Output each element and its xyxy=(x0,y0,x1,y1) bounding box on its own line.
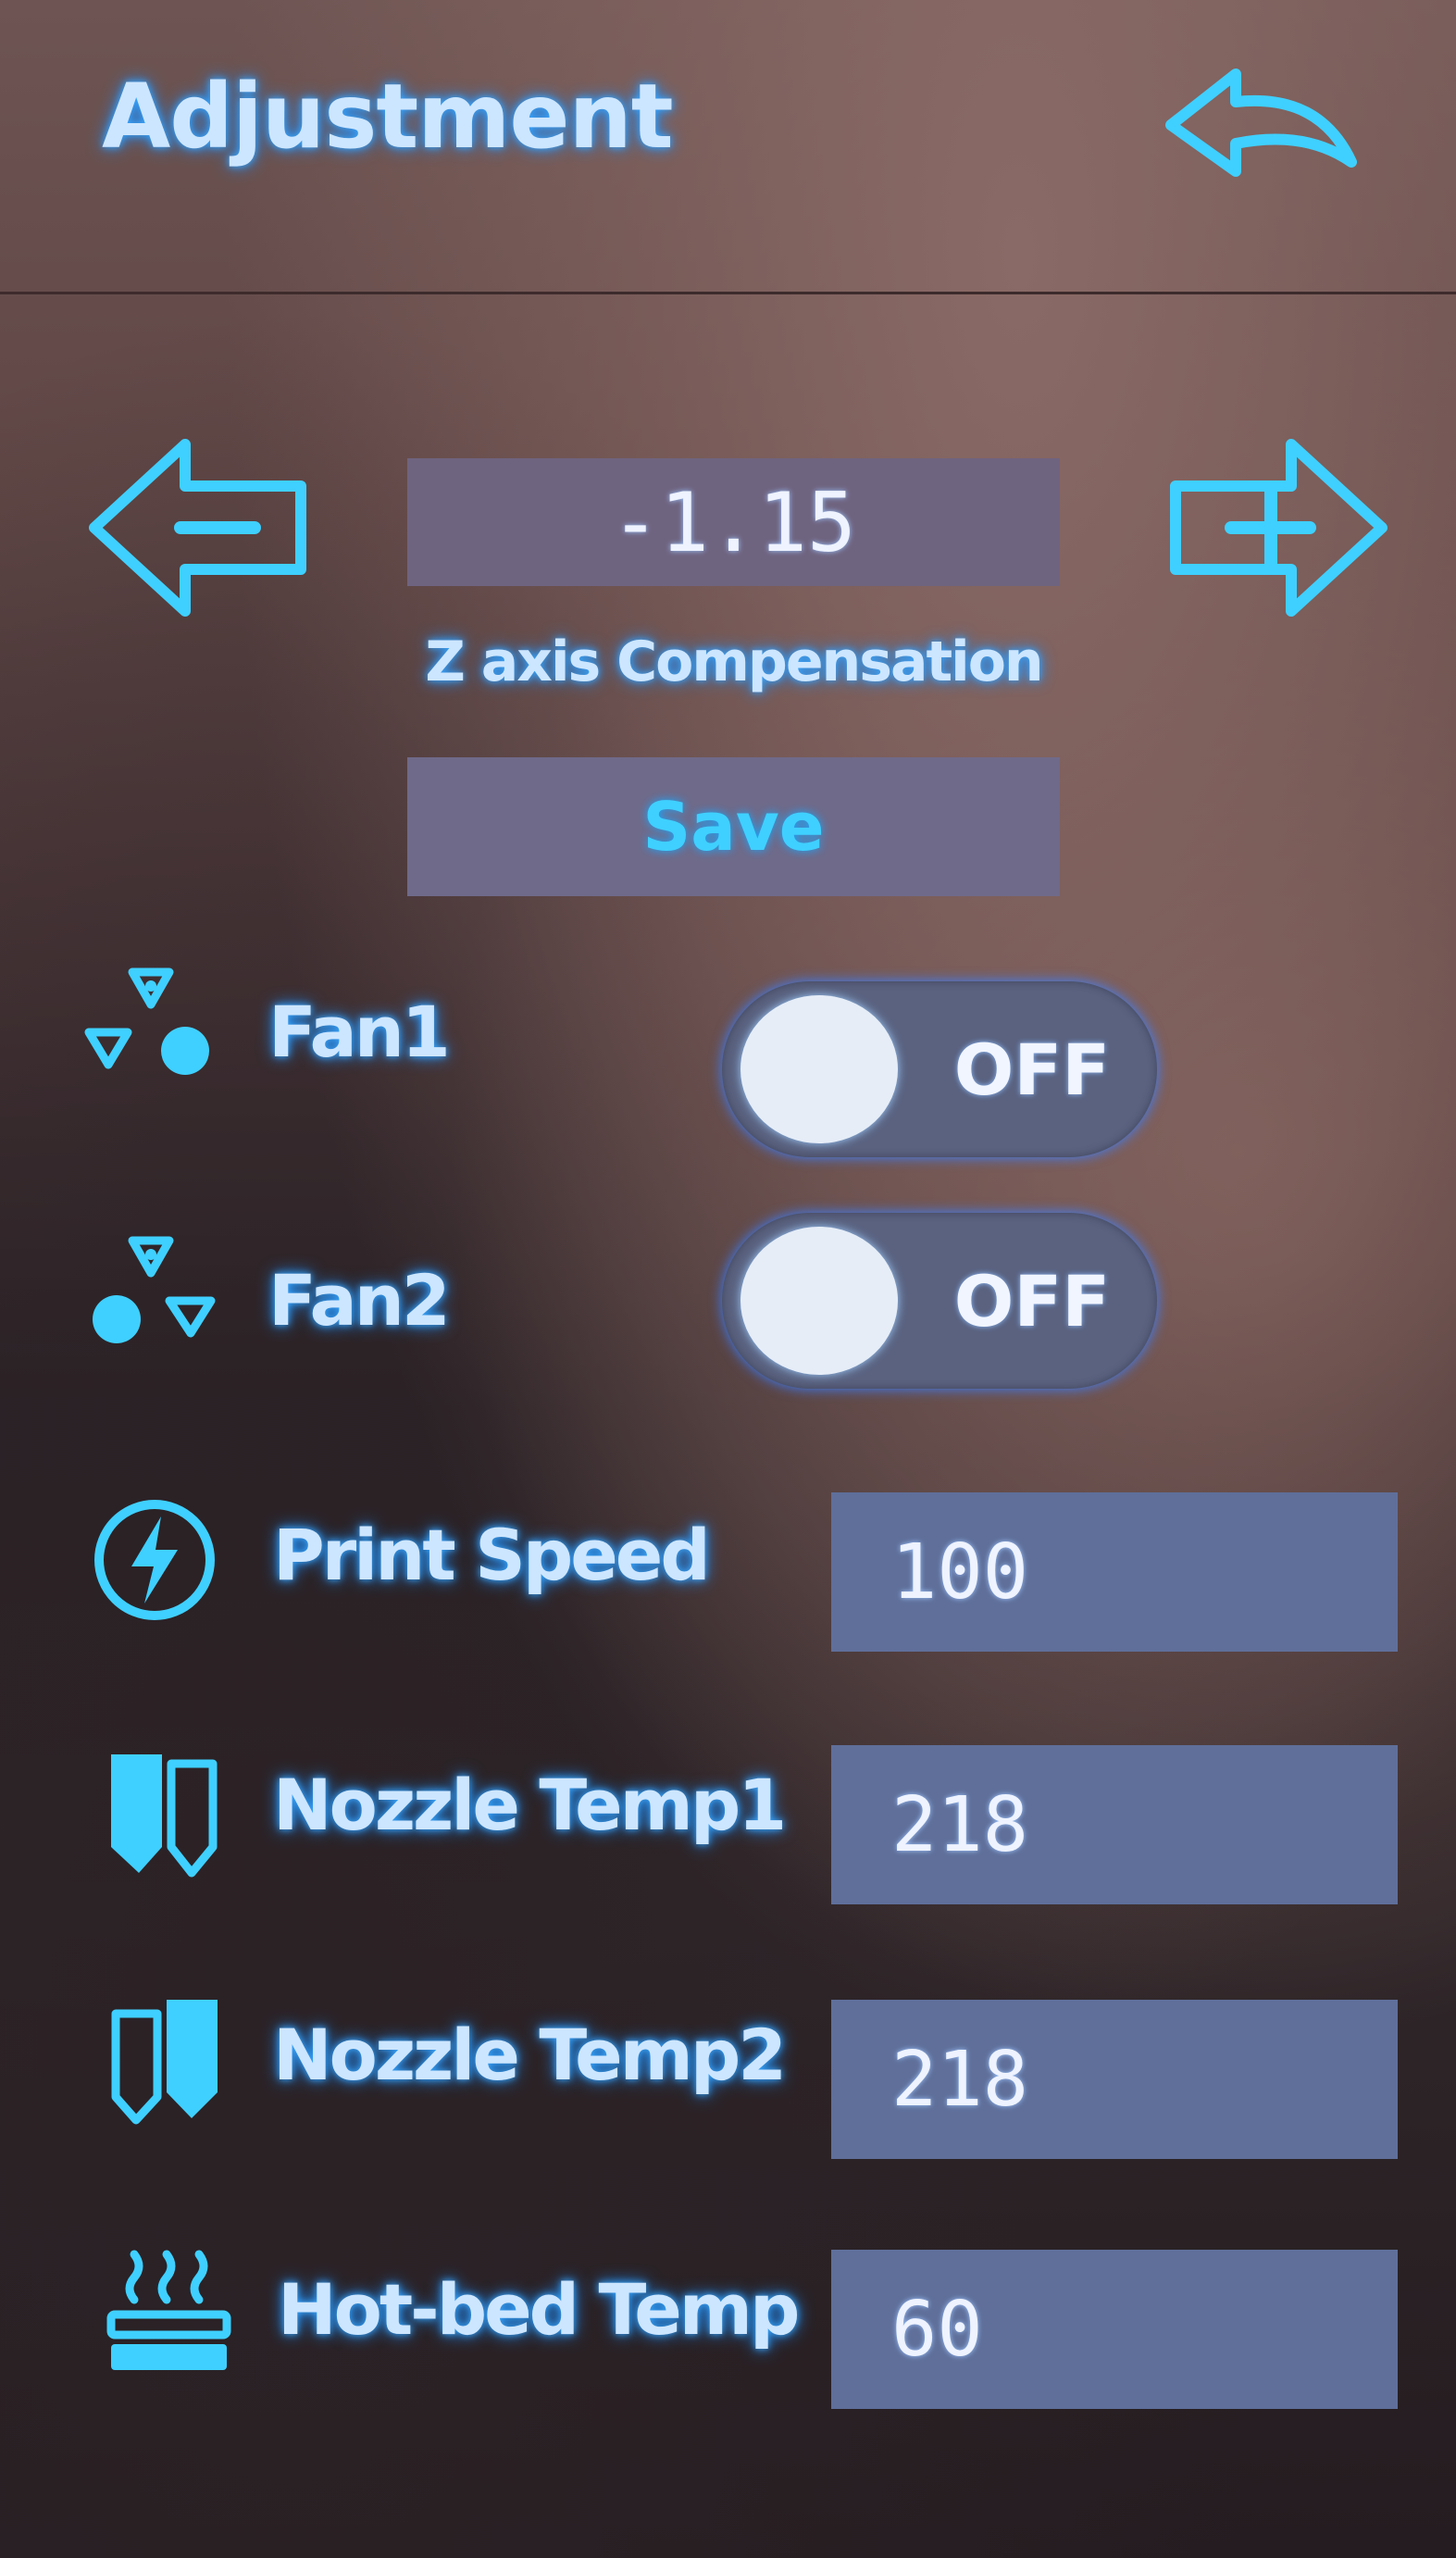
nozzle-temp2-label: Nozzle Temp2 xyxy=(273,2014,787,2096)
print-speed-value[interactable]: 100 xyxy=(831,1492,1398,1652)
print-speed-label: Print Speed xyxy=(273,1514,711,1596)
nozzle-temp2-value[interactable]: 218 xyxy=(831,2000,1398,2159)
minus-arrow-icon xyxy=(89,439,306,617)
toggle-knob xyxy=(740,995,898,1143)
nozzle-temp1-value[interactable]: 218 xyxy=(831,1745,1398,1904)
fan2-icon xyxy=(81,1227,220,1366)
hotbed-temp-label: Hot-bed Temp xyxy=(278,2268,800,2351)
fan1-state: OFF xyxy=(953,1028,1111,1111)
back-arrow-icon xyxy=(1165,69,1357,177)
nozzle2-icon xyxy=(106,1990,245,2129)
hotbed-icon xyxy=(102,2240,241,2379)
fan2-state: OFF xyxy=(953,1259,1111,1342)
fan1-label: Fan1 xyxy=(268,991,451,1073)
back-button[interactable] xyxy=(1152,51,1375,199)
save-button[interactable]: Save xyxy=(407,757,1060,896)
hotbed-temp-value[interactable]: 60 xyxy=(831,2250,1398,2409)
speed-icon xyxy=(85,1491,224,1629)
page-title: Adjustment xyxy=(102,65,674,168)
fan1-icon xyxy=(81,958,220,1097)
nozzle1-icon xyxy=(102,1745,241,1884)
plus-arrow-icon xyxy=(1170,439,1388,617)
z-increase-button[interactable] xyxy=(1162,430,1393,625)
fan2-toggle[interactable]: OFF xyxy=(722,1213,1157,1389)
z-compensation-value[interactable]: -1.15 xyxy=(407,458,1060,586)
header-bar: Adjustment xyxy=(0,0,1456,294)
z-compensation-label: Z axis Compensation xyxy=(425,630,1043,694)
z-decrease-button[interactable] xyxy=(83,430,315,625)
fan2-label: Fan2 xyxy=(268,1259,451,1341)
nozzle-temp1-label: Nozzle Temp1 xyxy=(273,1764,787,1846)
toggle-knob xyxy=(740,1227,898,1375)
fan1-toggle[interactable]: OFF xyxy=(722,981,1157,1157)
